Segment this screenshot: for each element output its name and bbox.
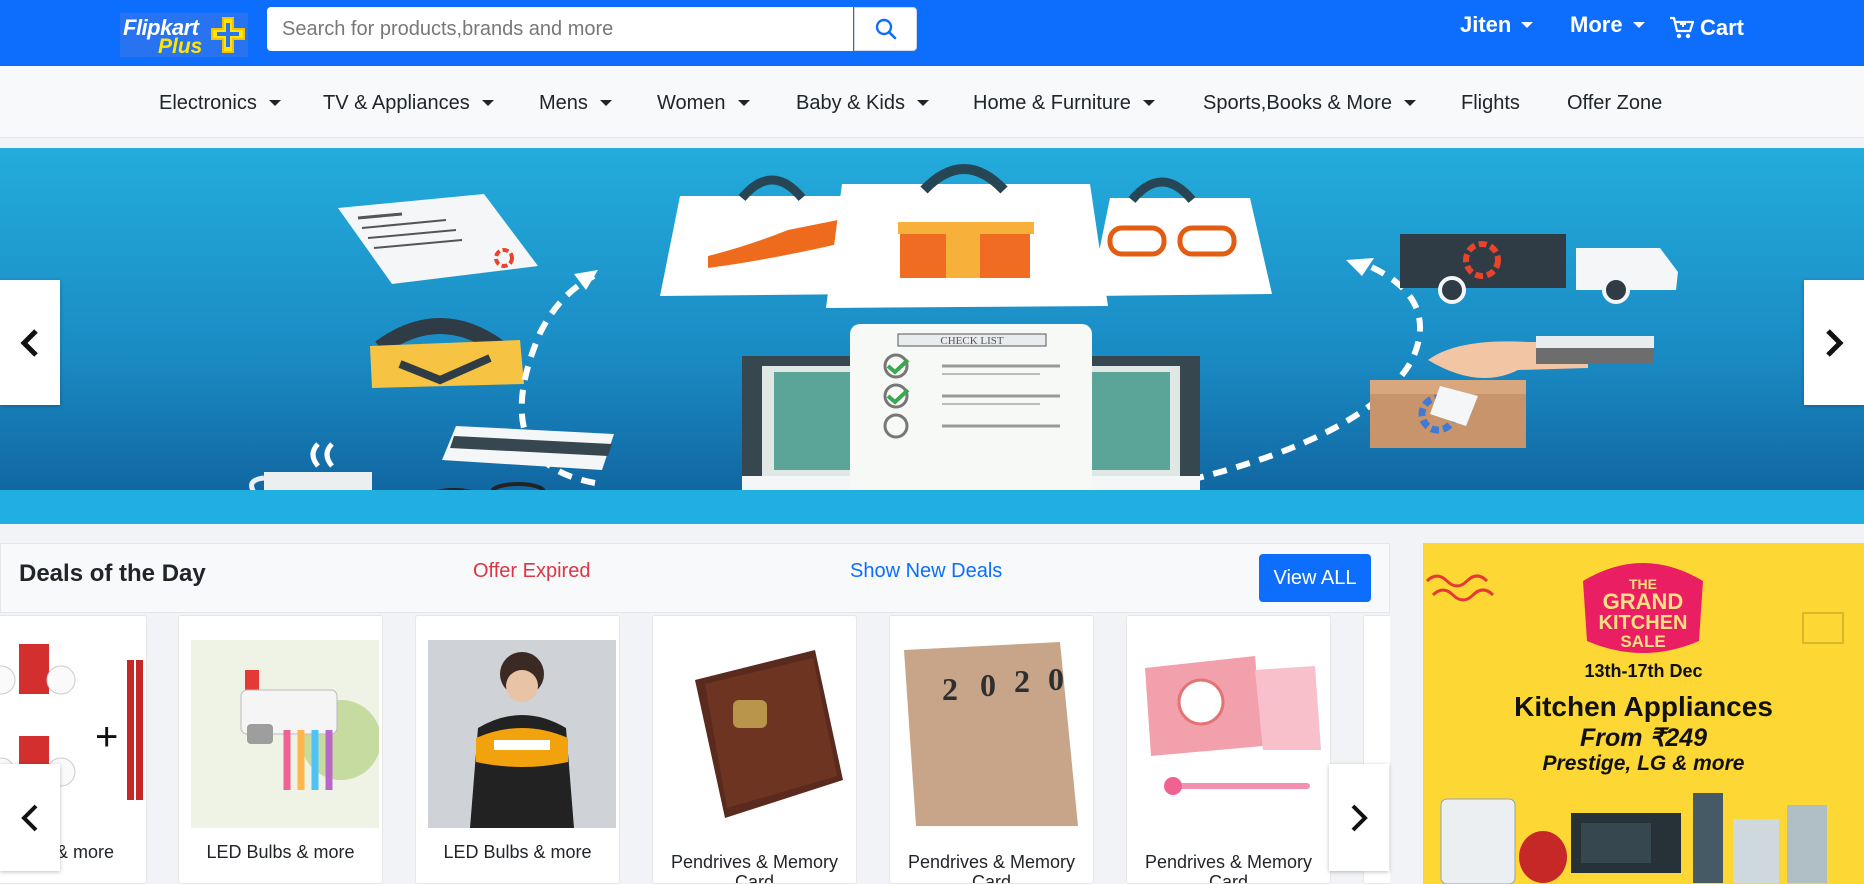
product-name: Pendrives & Memory Card [907, 852, 1076, 884]
category-label: TV & Appliances [323, 91, 470, 114]
search-bar [267, 7, 917, 51]
caret-down-icon [268, 100, 281, 106]
deals-section: Deals of the Day Offer Expired Show New … [0, 543, 1390, 884]
plus-icon [211, 17, 245, 53]
promo-headline: Kitchen Appliances [1514, 691, 1773, 722]
grand-kitchen-sale-badge: THE GRAND KITCHEN SALE [1583, 563, 1703, 653]
chevron-left-icon [20, 328, 38, 357]
deals-prev-button[interactable] [0, 764, 60, 871]
category-nav: Electronics TV & Appliances Mens Women B… [0, 66, 1864, 138]
caret-down-icon [481, 100, 494, 106]
category-tv-appliances[interactable]: TV & Appliances [323, 90, 494, 116]
category-home-furniture[interactable]: Home & Furniture [973, 90, 1155, 116]
caret-down-icon [737, 100, 750, 106]
category-electronics[interactable]: Electronics [159, 90, 281, 116]
category-label: Women [657, 91, 726, 114]
caret-down-icon [1142, 100, 1155, 106]
user-menu-label: Jiten [1460, 12, 1512, 37]
svg-text:0: 0 [1048, 661, 1064, 697]
product-image [665, 640, 853, 828]
hero-banner[interactable]: CHECK LIST [0, 148, 1864, 524]
category-sports-books[interactable]: Sports,Books & More [1203, 90, 1416, 116]
product-card[interactable]: 2020 Pendrives & Memory Card [889, 615, 1094, 884]
category-label: Mens [539, 91, 588, 114]
product-name: Pendrives & Memory Card [670, 852, 839, 884]
svg-text:+: + [95, 715, 118, 759]
product-name: Pendrives & Memory Card [1144, 852, 1313, 884]
category-offer-zone[interactable]: Offer Zone [1567, 90, 1662, 116]
chevron-right-icon [1826, 328, 1844, 357]
deals-carousel: + lbs & more LED Bulbs & more LED Bulbs … [0, 613, 1390, 884]
caret-down-icon [1403, 100, 1416, 106]
more-menu[interactable]: More [1570, 0, 1645, 50]
search-icon [875, 18, 896, 40]
caret-down-icon [599, 100, 612, 106]
offer-status: Offer Expired [473, 560, 591, 582]
banner-floor [0, 490, 1864, 524]
logo-secondary-text: Plus [158, 35, 203, 58]
category-label: Baby & Kids [796, 91, 905, 114]
svg-text:2: 2 [942, 671, 958, 707]
product-image [191, 640, 379, 828]
caret-down-icon [1521, 22, 1534, 28]
promo-dates: 13th-17th Dec [1584, 661, 1703, 681]
flipkart-plus-logo[interactable]: Flipkart Plus [120, 13, 248, 58]
category-label: Home & Furniture [973, 91, 1131, 114]
shopping-bags-illustration [660, 164, 1272, 308]
deals-next-button[interactable] [1329, 764, 1389, 871]
card-illustration [442, 426, 614, 470]
deals-header: Deals of the Day Offer Expired Show New … [0, 543, 1390, 613]
product-card[interactable]: LED Bulbs & more [415, 615, 620, 884]
search-input[interactable] [267, 7, 853, 51]
caret-down-icon [1632, 22, 1645, 28]
view-all-button[interactable]: View ALL [1259, 554, 1371, 602]
product-image [428, 640, 616, 828]
category-label: Offer Zone [1567, 91, 1663, 114]
badge-line-4: SALE [1620, 632, 1665, 651]
checklist-illustration: CHECK LIST [850, 324, 1092, 494]
checklist-title: CHECK LIST [940, 335, 1004, 347]
product-card[interactable]: Pendrives & Memory Card [652, 615, 857, 884]
user-menu[interactable]: Jiten [1460, 0, 1534, 50]
product-name: LED Bulbs & more [206, 842, 355, 862]
cart-label: Cart [1700, 15, 1745, 40]
category-label: Sports,Books & More [1203, 91, 1392, 114]
badge-line-3: KITCHEN [1599, 612, 1688, 634]
cart-link[interactable]: Cart [1668, 3, 1744, 53]
receipt-illustration [338, 194, 538, 284]
caret-down-icon [916, 100, 929, 106]
cart-icon [1670, 16, 1695, 39]
category-label: Electronics [159, 91, 257, 114]
show-new-deals-link[interactable]: Show New Deals [850, 560, 1002, 583]
deals-title: Deals of the Day [19, 560, 206, 587]
kitchen-appliances-image [1440, 793, 1827, 884]
badge-line-2: GRAND [1603, 589, 1684, 614]
banner-prev-button[interactable] [0, 280, 60, 405]
category-women[interactable]: Women [657, 90, 750, 116]
svg-text:0: 0 [980, 667, 996, 703]
top-header: Flipkart Plus Jiten More Cart [0, 0, 1864, 66]
more-menu-label: More [1570, 12, 1623, 37]
kitchen-sale-promo[interactable]: THE GRAND KITCHEN SALE 13th-17th Dec Kit… [1423, 543, 1864, 884]
promo-brands: Prestige, LG & more [1542, 752, 1745, 775]
lock-illustration [370, 318, 524, 388]
chevron-left-icon [21, 804, 38, 831]
category-flights[interactable]: Flights [1461, 90, 1520, 116]
banner-illustration: CHECK LIST [249, 164, 1678, 520]
product-card[interactable]: Pendrives & Memory Card [1126, 615, 1331, 884]
category-mens[interactable]: Mens [539, 90, 612, 116]
product-image: 2020 [902, 640, 1090, 828]
truck-illustration [1400, 234, 1678, 304]
product-name: LED Bulbs & more [443, 842, 592, 862]
search-button[interactable] [854, 7, 917, 51]
product-image [1139, 640, 1327, 828]
chevron-right-icon [1351, 804, 1368, 831]
promo-price: From ₹249 [1579, 724, 1708, 752]
category-baby-kids[interactable]: Baby & Kids [796, 90, 929, 116]
product-card[interactable]: LED Bulbs & more [178, 615, 383, 884]
banner-next-button[interactable] [1804, 280, 1864, 405]
category-label: Flights [1461, 91, 1520, 114]
svg-text:2: 2 [1014, 663, 1030, 699]
